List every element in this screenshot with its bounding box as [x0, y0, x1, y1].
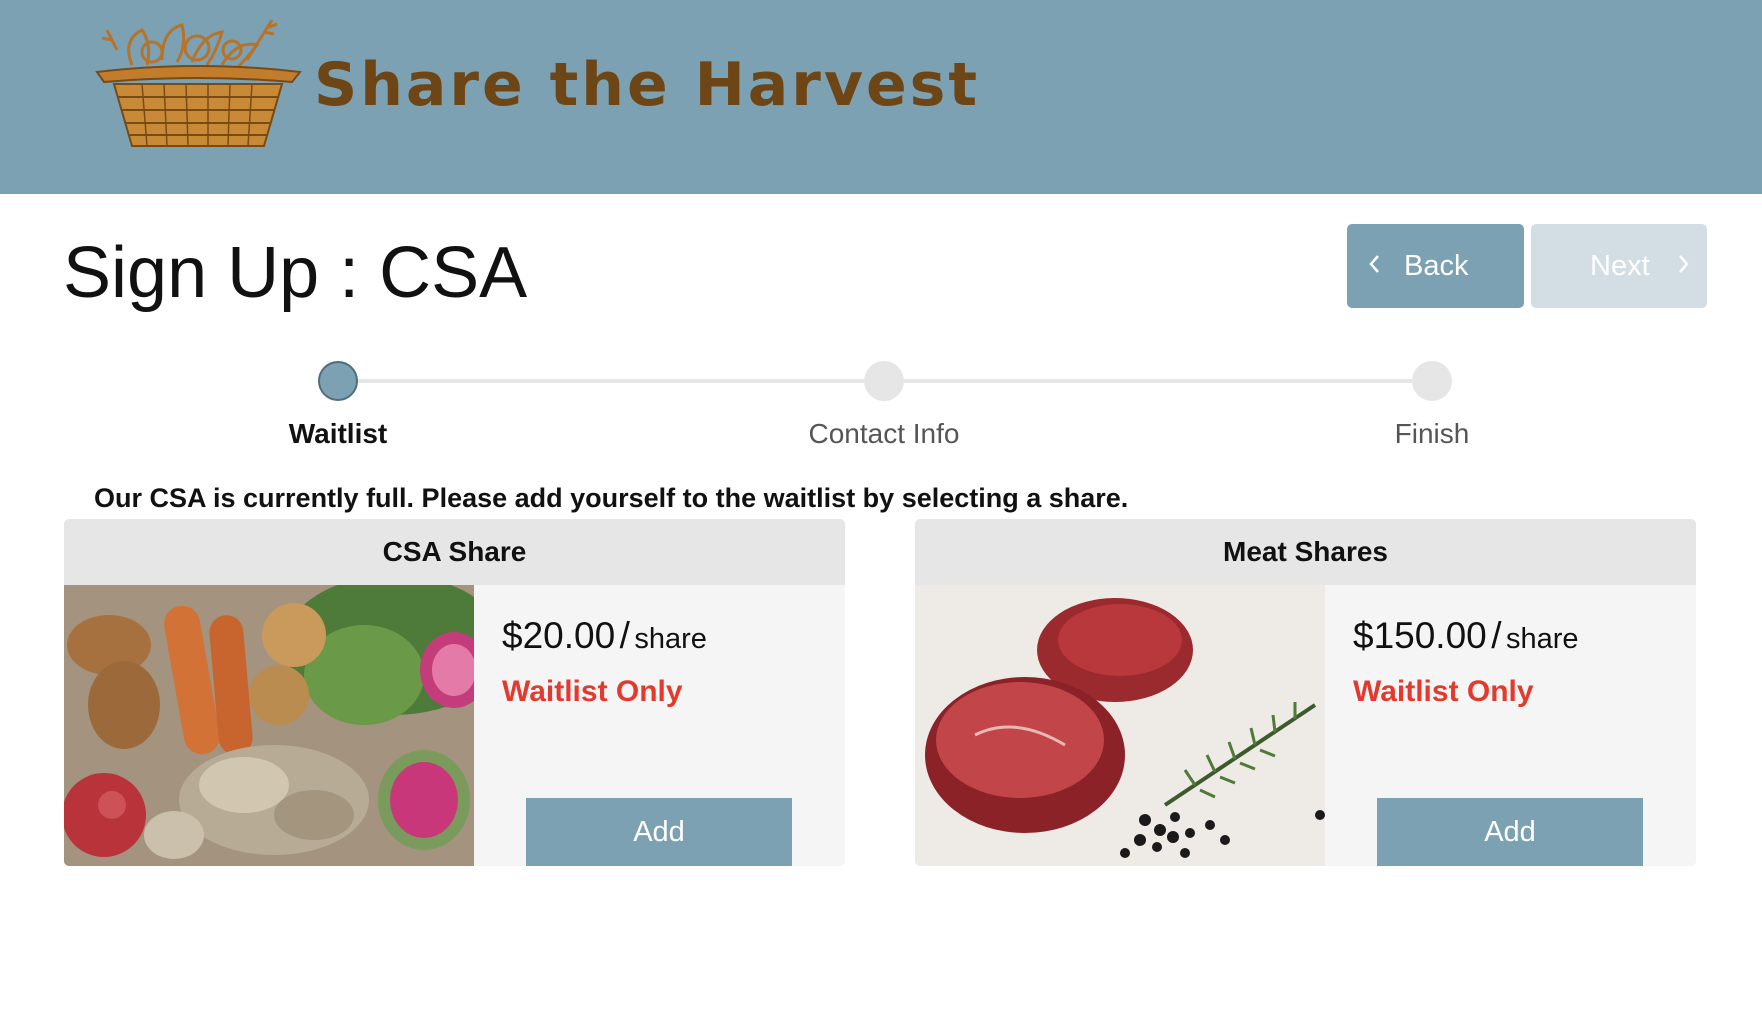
share-card-meat: Meat Shares $150.00 / share Waitlist Onl… [915, 519, 1696, 866]
brand-name[interactable]: Share the Harvest [314, 50, 980, 120]
page-title: Sign Up : CSA [63, 233, 528, 313]
step-label-waitlist: Waitlist [288, 418, 388, 449]
site-header: Share the Harvest [0, 0, 1762, 194]
price-separator: / [1491, 615, 1502, 656]
step-label-finish: Finish [1394, 418, 1470, 449]
price-separator: / [619, 615, 630, 656]
price-unit: share [634, 623, 707, 655]
chevron-left-icon [1369, 255, 1379, 273]
step-dot-finish [1412, 361, 1452, 401]
chevron-right-icon [1679, 255, 1689, 273]
harvest-basket-logo[interactable] [92, 10, 304, 150]
price-unit: share [1505, 623, 1579, 655]
share-card-csa: CSA Share $20.00 / share Waitlist Only A… [64, 519, 845, 866]
add-meat-share-button[interactable]: Add [1377, 798, 1643, 866]
share-card-title: Meat Shares [915, 519, 1696, 585]
price-amount: $150.00 [1353, 615, 1487, 656]
vegetables-photo [64, 585, 474, 866]
share-price: $20.00 / share [502, 615, 707, 657]
step-dot-contact-info [864, 361, 904, 401]
add-csa-share-button[interactable]: Add [526, 798, 792, 866]
share-card-title: CSA Share [64, 519, 845, 585]
price-amount: $20.00 [502, 615, 616, 656]
step-connector [904, 379, 1412, 383]
next-button[interactable]: Next [1531, 224, 1707, 308]
status-badge: Waitlist Only [1353, 675, 1534, 708]
waitlist-notice: Our CSA is currently full. Please add yo… [94, 483, 1129, 513]
back-button[interactable]: Back [1347, 224, 1524, 308]
beef-steak-photo [915, 585, 1325, 866]
status-badge: Waitlist Only [502, 675, 683, 708]
share-price: $150.00 / share [1353, 615, 1578, 657]
back-button-label: Back [1404, 250, 1469, 282]
step-dot-waitlist [318, 361, 358, 401]
step-label-contact-info: Contact Info [808, 418, 960, 449]
step-connector [358, 379, 864, 383]
next-button-label: Next [1590, 250, 1650, 282]
